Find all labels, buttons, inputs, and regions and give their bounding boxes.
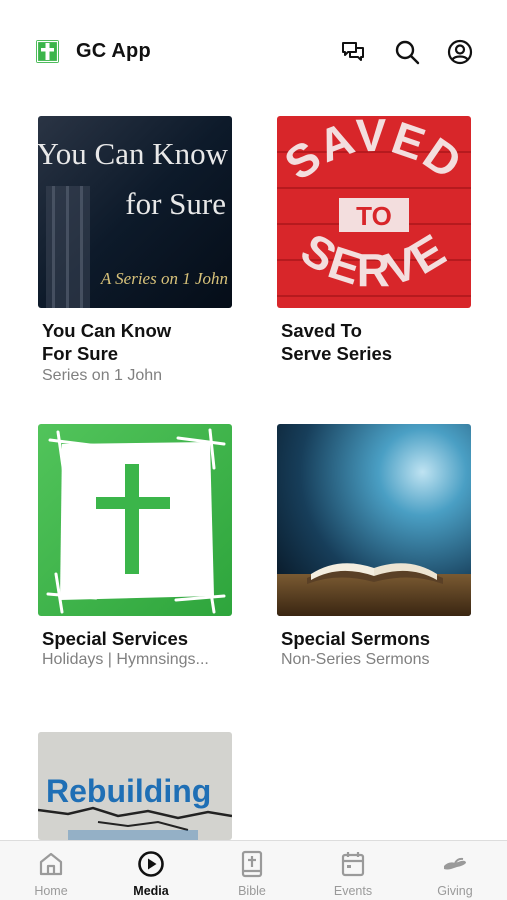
card-title: Saved To Serve Series [281,319,481,365]
art-line1: You Can Know [38,136,229,171]
tab-home[interactable]: Home [1,841,101,900]
bible-icon [241,850,263,878]
media-card-special-sermons[interactable]: Special Sermons Non-Series Sermons [277,424,471,674]
tab-label: Bible [238,884,266,898]
calendar-icon [341,852,365,877]
card-title-line1: You Can Know [42,320,172,341]
art-tagline: A Series on 1 John [100,269,228,288]
media-grid: You Can Know for Sure A Series on 1 John… [0,0,507,840]
tab-label: Events [333,884,373,898]
card-subtitle: Non-Series Sermons [281,651,430,668]
card-title-line1: Special Sermons [281,628,431,649]
tab-events[interactable]: Events [303,841,403,900]
series-artwork: You Can Know for Sure A Series on 1 John [38,116,232,308]
card-title: Special Services [42,627,242,650]
tab-label: Giving [437,884,473,898]
art-word: Rebuilding [46,773,211,809]
media-card-special-services[interactable]: Special Services Holidays | Hymnsings... [38,424,232,674]
play-circle-icon [138,851,164,877]
card-title-line2: Serve Series [281,343,393,364]
media-card-rebuilding[interactable]: Rebuilding [38,732,232,840]
tab-bible[interactable]: Bible [202,841,302,900]
card-subtitle: Holidays | Hymnsings... [42,651,209,668]
card-subtitle: Series on 1 John [42,367,163,384]
tab-label: Media [133,884,169,898]
tab-label: Home [34,884,68,898]
series-artwork [38,424,232,616]
card-title-line2: For Sure [42,343,119,364]
series-artwork [277,424,471,616]
art-line2: for Sure [125,186,226,221]
giving-hand-icon [444,857,466,870]
tab-giving[interactable]: Giving [405,841,505,900]
media-card-you-can-know[interactable]: You Can Know for Sure A Series on 1 John… [38,116,232,386]
home-icon [39,852,63,876]
tab-media[interactable]: Media [101,841,201,900]
card-title: Special Sermons [281,627,481,650]
media-card-saved-to-serve[interactable]: SAVED TO SERVE Saved To Serve Series [277,116,471,366]
art-word-middle: TO [356,201,392,231]
bottom-tab-bar: Home Media Bible Events Giving [0,840,507,900]
series-artwork: Rebuilding [38,732,232,840]
card-title-line1: Saved To [281,320,362,341]
card-title-line1: Special Services [42,628,189,649]
card-title: You Can Know For Sure [42,319,242,365]
series-artwork: SAVED TO SERVE [277,116,471,308]
